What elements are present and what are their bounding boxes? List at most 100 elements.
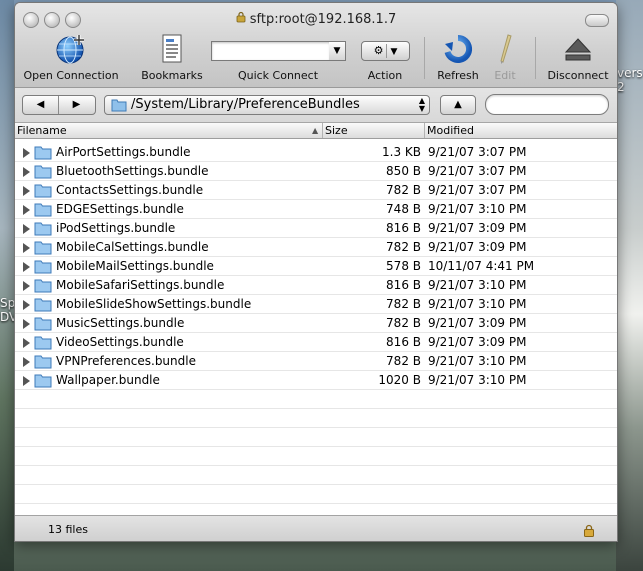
folder-icon	[34, 296, 52, 315]
folder-icon	[34, 258, 52, 277]
file-size: 578 B	[386, 259, 421, 273]
empty-row	[15, 390, 617, 409]
status-bar: 13 files	[15, 515, 617, 541]
empty-row	[15, 409, 617, 428]
file-name: EDGESettings.bundle	[56, 202, 184, 216]
folder-icon	[34, 239, 52, 258]
file-name: Wallpaper.bundle	[56, 373, 160, 387]
secure-lock-icon	[236, 11, 246, 26]
file-modified: 9/21/07 3:10 PM	[428, 373, 527, 387]
folder-icon	[34, 144, 52, 163]
folder-icon	[34, 277, 52, 296]
refresh-button[interactable]: Refresh	[433, 33, 483, 83]
table-row[interactable]: MobileSlideShowSettings.bundle 782 B 9/2…	[15, 295, 617, 314]
open-connection-button[interactable]: Open Connection	[21, 33, 121, 83]
folder-icon	[34, 315, 52, 334]
disconnect-button[interactable]: Disconnect	[543, 33, 613, 83]
table-row[interactable]: EDGESettings.bundle 748 B 9/21/07 3:10 P…	[15, 200, 617, 219]
file-modified: 9/21/07 3:09 PM	[428, 335, 527, 349]
folder-icon	[34, 334, 52, 353]
sftp-browser-window: sftp:root@192.168.1.7 Open Connection Bo…	[14, 2, 618, 542]
file-size: 1020 B	[378, 373, 421, 387]
file-modified: 9/21/07 3:09 PM	[428, 240, 527, 254]
path-popup[interactable]: /System/Library/PreferenceBundles ▲ ▼	[104, 95, 430, 115]
file-modified: 9/21/07 3:09 PM	[428, 316, 527, 330]
edit-label: Edit	[494, 69, 516, 82]
column-header: Filename ▲ Size Modified	[15, 123, 617, 139]
file-size: 816 B	[386, 278, 421, 292]
disclosure-triangle-icon[interactable]	[23, 338, 30, 348]
file-name: MusicSettings.bundle	[56, 316, 185, 330]
table-row[interactable]: VideoSettings.bundle 816 B 9/21/07 3:09 …	[15, 333, 617, 352]
filename-column-header[interactable]: Filename	[15, 123, 323, 138]
table-row[interactable]: MobileSafariSettings.bundle 816 B 9/21/0…	[15, 276, 617, 295]
table-row[interactable]: MusicSettings.bundle 782 B 9/21/07 3:09 …	[15, 314, 617, 333]
file-modified: 9/21/07 3:10 PM	[428, 354, 527, 368]
file-size: 816 B	[386, 335, 421, 349]
file-size: 748 B	[386, 202, 421, 216]
table-row[interactable]: AirPortSettings.bundle 1.3 KB 9/21/07 3:…	[15, 143, 617, 162]
disclosure-triangle-icon[interactable]	[23, 262, 30, 272]
file-size: 782 B	[386, 183, 421, 197]
disconnect-label: Disconnect	[547, 69, 609, 82]
disclosure-triangle-icon[interactable]	[23, 224, 30, 234]
window-title: sftp:root@192.168.1.7	[249, 12, 397, 27]
table-row[interactable]: MobileMailSettings.bundle 578 B 10/11/07…	[15, 257, 617, 276]
disclosure-triangle-icon[interactable]	[23, 376, 30, 386]
disclosure-triangle-icon[interactable]	[23, 319, 30, 329]
sort-ascending-icon: ▲	[312, 126, 319, 135]
bookmarks-label: Bookmarks	[141, 69, 203, 82]
folder-icon	[34, 163, 52, 182]
file-name: MobileSlideShowSettings.bundle	[56, 297, 252, 311]
file-modified: 9/21/07 3:07 PM	[428, 164, 527, 178]
table-row[interactable]: VPNPreferences.bundle 782 B 9/21/07 3:10…	[15, 352, 617, 371]
file-name: AirPortSettings.bundle	[56, 145, 191, 159]
modified-column-header[interactable]: Modified	[425, 123, 617, 138]
desktop-label-fragment: vers	[617, 66, 643, 80]
empty-row	[15, 466, 617, 485]
desktop-left-strip	[0, 0, 14, 571]
file-modified: 9/21/07 3:09 PM	[428, 221, 527, 235]
file-size: 782 B	[386, 354, 421, 368]
quick-connect-label: Quick Connect	[237, 69, 319, 82]
disclosure-triangle-icon[interactable]	[23, 281, 30, 291]
toolbar-separator	[535, 37, 536, 79]
size-column-header[interactable]: Size	[323, 123, 425, 138]
empty-row	[15, 447, 617, 466]
disclosure-triangle-icon[interactable]	[23, 243, 30, 253]
file-modified: 9/21/07 3:10 PM	[428, 297, 527, 311]
quick-connect-group: Quick Connect	[211, 33, 345, 83]
file-name: VPNPreferences.bundle	[56, 354, 196, 368]
file-size: 782 B	[386, 240, 421, 254]
file-modified: 9/21/07 3:07 PM	[428, 183, 527, 197]
forward-button[interactable]: ▶	[59, 96, 94, 114]
parent-directory-button[interactable]: ▲	[440, 95, 476, 115]
title-and-toolbar: sftp:root@192.168.1.7 Open Connection Bo…	[15, 3, 617, 88]
empty-row	[15, 428, 617, 447]
file-name: ContactsSettings.bundle	[56, 183, 204, 197]
table-row[interactable]: ContactsSettings.bundle 782 B 9/21/07 3:…	[15, 181, 617, 200]
file-modified: 9/21/07 3:10 PM	[428, 202, 527, 216]
table-row[interactable]: BluetoothSettings.bundle 850 B 9/21/07 3…	[15, 162, 617, 181]
navigation-bar: ◀ ▶ /System/Library/PreferenceBundles ▲ ▼…	[15, 88, 617, 123]
file-count: 13 files	[48, 523, 88, 536]
disclosure-triangle-icon[interactable]	[23, 167, 30, 177]
disclosure-triangle-icon[interactable]	[23, 300, 30, 310]
edit-button[interactable]: Edit	[485, 33, 525, 83]
bookmarks-button[interactable]: Bookmarks	[137, 33, 207, 83]
eject-icon	[563, 33, 593, 68]
disclosure-triangle-icon[interactable]	[23, 357, 30, 367]
file-modified: 9/21/07 3:07 PM	[428, 145, 527, 159]
table-row[interactable]: iPodSettings.bundle 816 B 9/21/07 3:09 P…	[15, 219, 617, 238]
disclosure-triangle-icon[interactable]	[23, 186, 30, 196]
refresh-label: Refresh	[437, 69, 479, 82]
disclosure-triangle-icon[interactable]	[23, 148, 30, 158]
back-button[interactable]: ◀	[23, 96, 59, 114]
folder-icon	[34, 201, 52, 220]
disclosure-triangle-icon[interactable]	[23, 205, 30, 215]
file-modified: 10/11/07 4:41 PM	[428, 259, 535, 273]
action-label: Action	[367, 69, 403, 82]
table-row[interactable]: Wallpaper.bundle 1020 B 9/21/07 3:10 PM	[15, 371, 617, 390]
search-input[interactable]	[485, 94, 609, 115]
table-row[interactable]: MobileCalSettings.bundle 782 B 9/21/07 3…	[15, 238, 617, 257]
